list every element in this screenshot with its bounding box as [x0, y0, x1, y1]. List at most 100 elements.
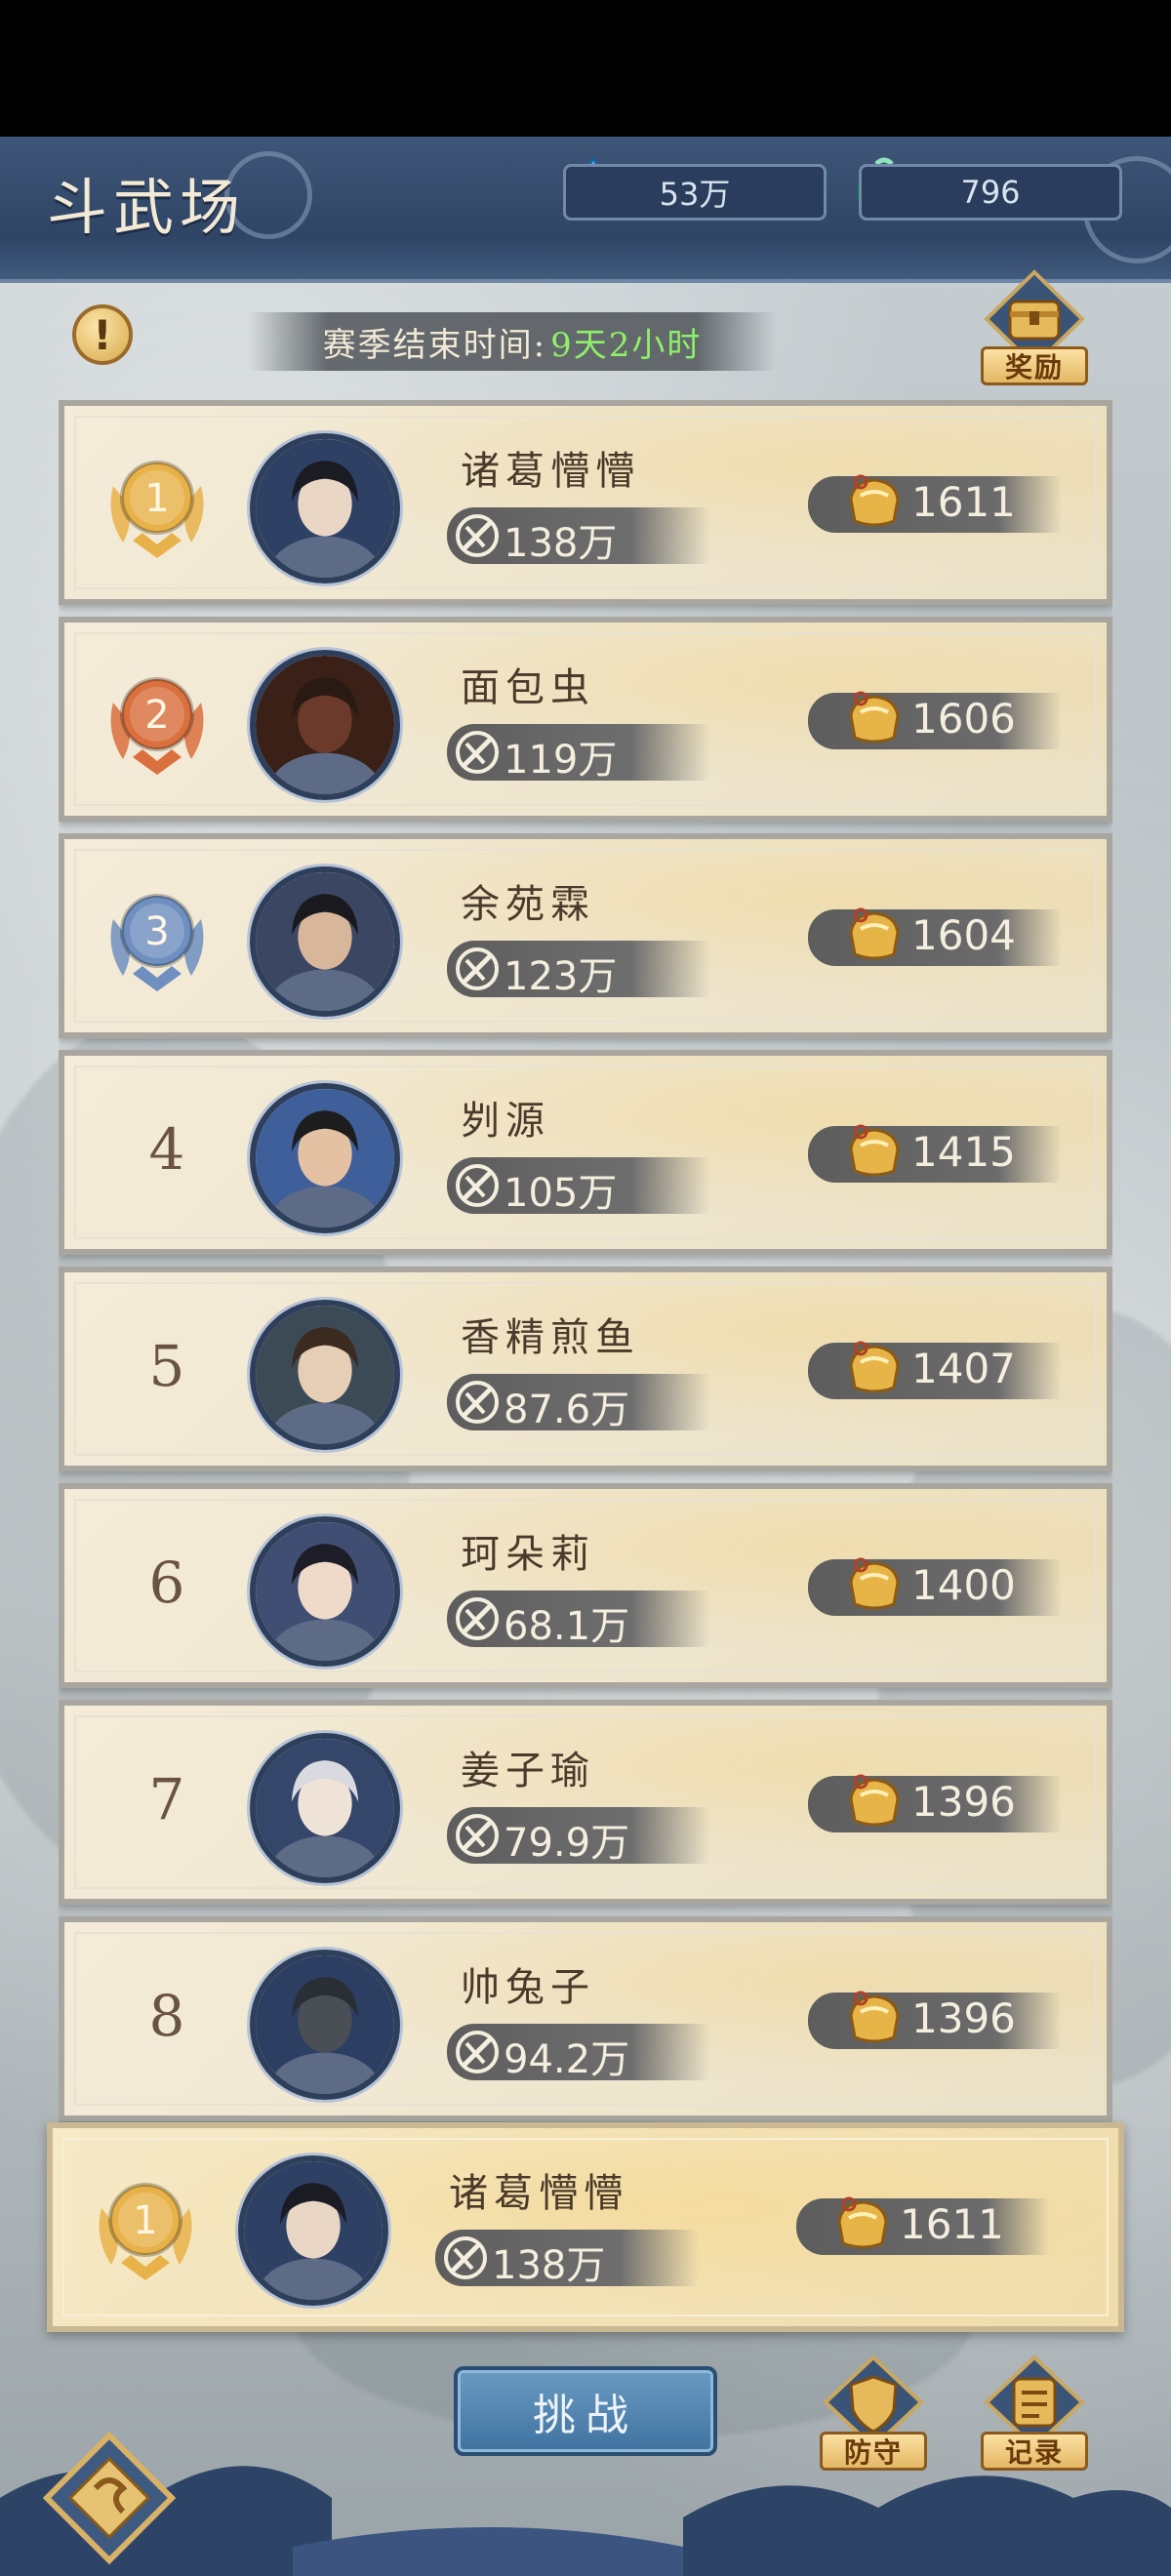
avatar-portrait [256, 656, 394, 794]
reward-label: 奖励 [981, 346, 1088, 385]
rank-number: 4 [148, 1116, 185, 1183]
rank-row[interactable]: 8 帅兔子 94.2万 1396 [59, 1916, 1112, 2121]
gold-ingot-icon [849, 1341, 900, 1393]
avatar-portrait [256, 1739, 394, 1877]
rank-row[interactable]: 7 姜子瑜 79.9万 1396 [59, 1700, 1112, 1905]
power-value: 119万 [504, 738, 618, 783]
svg-text:3: 3 [144, 909, 169, 954]
rank-row[interactable]: 4 刿源 105万 1415 [59, 1050, 1112, 1255]
power-value: 94.2万 [504, 2037, 630, 2082]
power-value: 123万 [504, 954, 618, 999]
player-name: 姜子瑜 [461, 1749, 595, 1793]
crossed-swords-icon [456, 1381, 499, 1424]
rank-row[interactable]: 5 香精煎鱼 87.6万 1407 [59, 1267, 1112, 1471]
avatar[interactable] [250, 1733, 400, 1883]
avatar[interactable] [250, 650, 400, 800]
defense-button[interactable]: 防守 [820, 2354, 927, 2471]
avatar[interactable] [250, 866, 400, 1017]
crossed-swords-icon [456, 514, 499, 557]
reward-button[interactable]: 奖励 [981, 268, 1088, 385]
gold-ingot-icon [849, 1991, 900, 2043]
avatar-portrait [256, 1089, 394, 1228]
player-name: 帅兔子 [461, 1965, 595, 2010]
score-value: 1415 [911, 1128, 1016, 1176]
top-bar: 斗武场 53万 796 [0, 137, 1171, 283]
svg-text:1: 1 [144, 476, 169, 521]
score-value: 1396 [911, 1994, 1016, 2042]
svg-text:1: 1 [133, 2198, 157, 2243]
crystal-currency[interactable]: 53万 [563, 164, 827, 221]
score-value: 1606 [911, 695, 1016, 743]
rank-number: 5 [148, 1333, 185, 1399]
crossed-swords-icon [456, 1814, 499, 1857]
player-name: 香精煎鱼 [461, 1315, 640, 1360]
gold-medal-icon: 1 [99, 2183, 192, 2280]
gold-medal-icon: 1 [110, 461, 204, 558]
avatar-portrait [256, 872, 394, 1011]
gold-ingot-icon [849, 1774, 900, 1827]
player-name: 诸葛懵懵 [449, 2171, 628, 2216]
crossed-swords-icon [456, 731, 499, 774]
info-button[interactable]: ! [72, 304, 133, 365]
menu-diamond-button[interactable] [41, 2430, 178, 2566]
player-name: 珂朵莉 [461, 1532, 595, 1577]
rank-row[interactable]: 2 面包虫 119万 1606 [59, 617, 1112, 822]
score-value: 1611 [900, 2200, 1004, 2248]
power-value: 68.1万 [504, 1604, 630, 1649]
score-value: 1604 [911, 911, 1016, 959]
avatar[interactable] [250, 1083, 400, 1233]
avatar[interactable] [238, 2155, 388, 2306]
arena-screen: 斗武场 53万 796 ! 赛季结束时间: 9天2小时 奖励 1 诸葛懵懵 13… [0, 137, 1171, 2576]
crossed-swords-icon [456, 2031, 499, 2073]
power-value: 138万 [504, 521, 618, 566]
avatar-portrait [256, 439, 394, 578]
rank-number: 7 [148, 1766, 185, 1832]
gold-ingot-icon [849, 1124, 900, 1177]
avatar-portrait [256, 1306, 394, 1444]
exclamation-icon: ! [93, 310, 112, 359]
avatar[interactable] [250, 1950, 400, 2100]
avatar-portrait [256, 1522, 394, 1661]
challenge-button[interactable]: 挑战 [454, 2366, 717, 2456]
record-button[interactable]: 记录 [981, 2354, 1088, 2471]
crossed-swords-icon [444, 2236, 487, 2279]
avatar[interactable] [250, 433, 400, 584]
avatar[interactable] [250, 1516, 400, 1667]
avatar[interactable] [250, 1300, 400, 1450]
page-title: 斗武场 [47, 172, 247, 243]
gold-ingot-icon [849, 907, 900, 960]
season-timer: 赛季结束时间: 9天2小时 [249, 312, 776, 371]
gold-ingot-icon [849, 691, 900, 744]
power-value: 105万 [504, 1171, 618, 1216]
crystal-amount: 53万 [659, 176, 731, 213]
player-name: 面包虫 [461, 665, 595, 710]
score-value: 1396 [911, 1778, 1016, 1826]
season-remaining: 9天2小时 [550, 325, 703, 365]
power-value: 79.9万 [504, 1821, 630, 1866]
avatar-portrait [256, 1955, 394, 2094]
svg-text:2: 2 [144, 693, 169, 738]
avatar-portrait [244, 2161, 383, 2300]
player-name: 余苑霖 [461, 882, 595, 927]
rank-row[interactable]: 1 诸葛懵懵 138万 1611 [59, 400, 1112, 605]
ranking-list[interactable]: 1 诸葛懵懵 138万 1611 2 面包虫 119万 1606 3 余苑霖 1… [59, 400, 1112, 2234]
player-name: 诸葛懵懵 [461, 449, 640, 494]
jade-currency[interactable]: 796 [859, 164, 1122, 221]
crossed-swords-icon [456, 1164, 499, 1207]
rank-number: 8 [148, 1983, 185, 2049]
bronze-medal-icon: 2 [110, 677, 204, 775]
power-value: 138万 [492, 2243, 606, 2288]
gold-ingot-icon [849, 474, 900, 527]
power-value: 87.6万 [504, 1388, 630, 1432]
score-value: 1407 [911, 1345, 1016, 1392]
rank-row[interactable]: 3 余苑霖 123万 1604 [59, 833, 1112, 1038]
crossed-swords-icon [456, 947, 499, 990]
player-name: 刿源 [461, 1099, 550, 1144]
my-rank-card[interactable]: 1 诸葛懵懵 138万 1611 [47, 2122, 1124, 2332]
jade-amount: 796 [960, 174, 1021, 211]
defense-label: 防守 [820, 2432, 927, 2471]
challenge-label: 挑战 [533, 2391, 638, 2440]
crossed-swords-icon [456, 1597, 499, 1640]
record-label: 记录 [981, 2432, 1088, 2471]
rank-row[interactable]: 6 珂朵莉 68.1万 1400 [59, 1483, 1112, 1688]
